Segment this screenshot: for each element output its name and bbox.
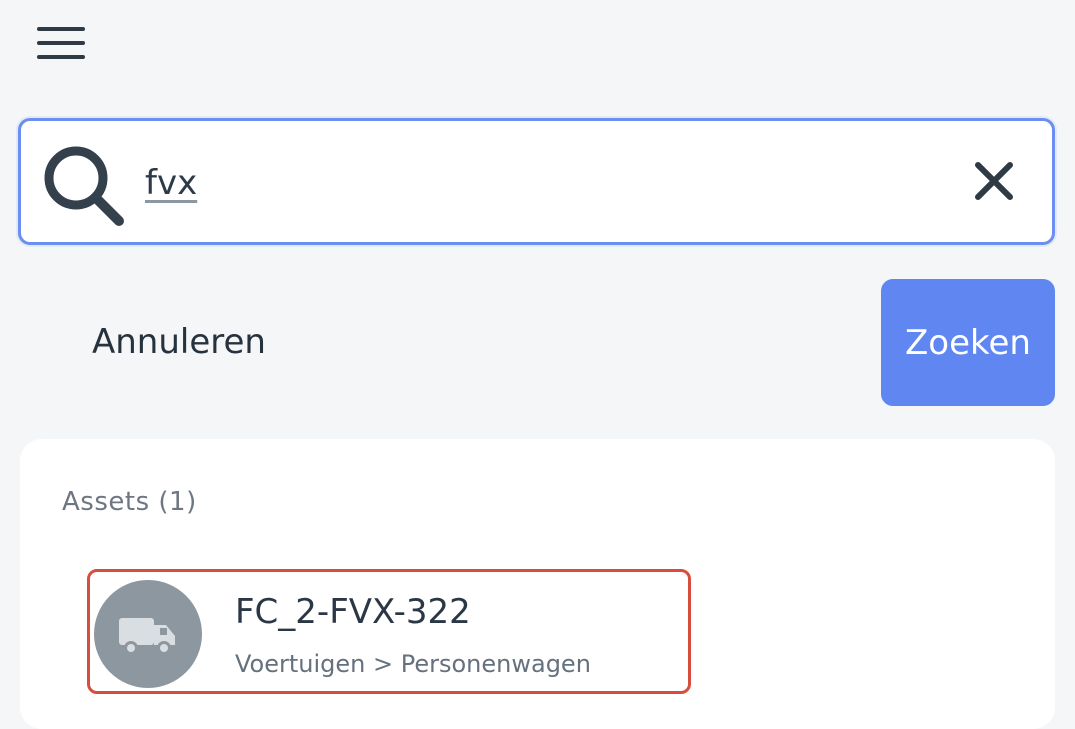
search-input[interactable] [145, 155, 925, 211]
clear-search-button[interactable] [962, 149, 1026, 213]
search-box[interactable] [18, 118, 1055, 245]
asset-category-path: Voertuigen > Personenwagen [235, 650, 591, 678]
truck-icon [119, 618, 175, 655]
search-icon [44, 146, 124, 226]
search-button[interactable]: Zoeken [881, 279, 1055, 406]
hamburger-menu-icon [37, 27, 85, 59]
menu-button[interactable] [30, 18, 92, 68]
asset-title: FC_2-FVX-322 [235, 592, 471, 632]
cancel-button[interactable]: Annuleren [92, 312, 266, 372]
asset-result-item[interactable]: FC_2-FVX-322 Voertuigen > Personenwagen [87, 569, 691, 694]
close-icon [975, 162, 1013, 200]
asset-avatar [94, 580, 202, 688]
results-panel: Assets (1) FC_2-FVX-322 Voertuigen > Per… [20, 439, 1055, 729]
results-section-heading: Assets (1) [62, 487, 197, 517]
